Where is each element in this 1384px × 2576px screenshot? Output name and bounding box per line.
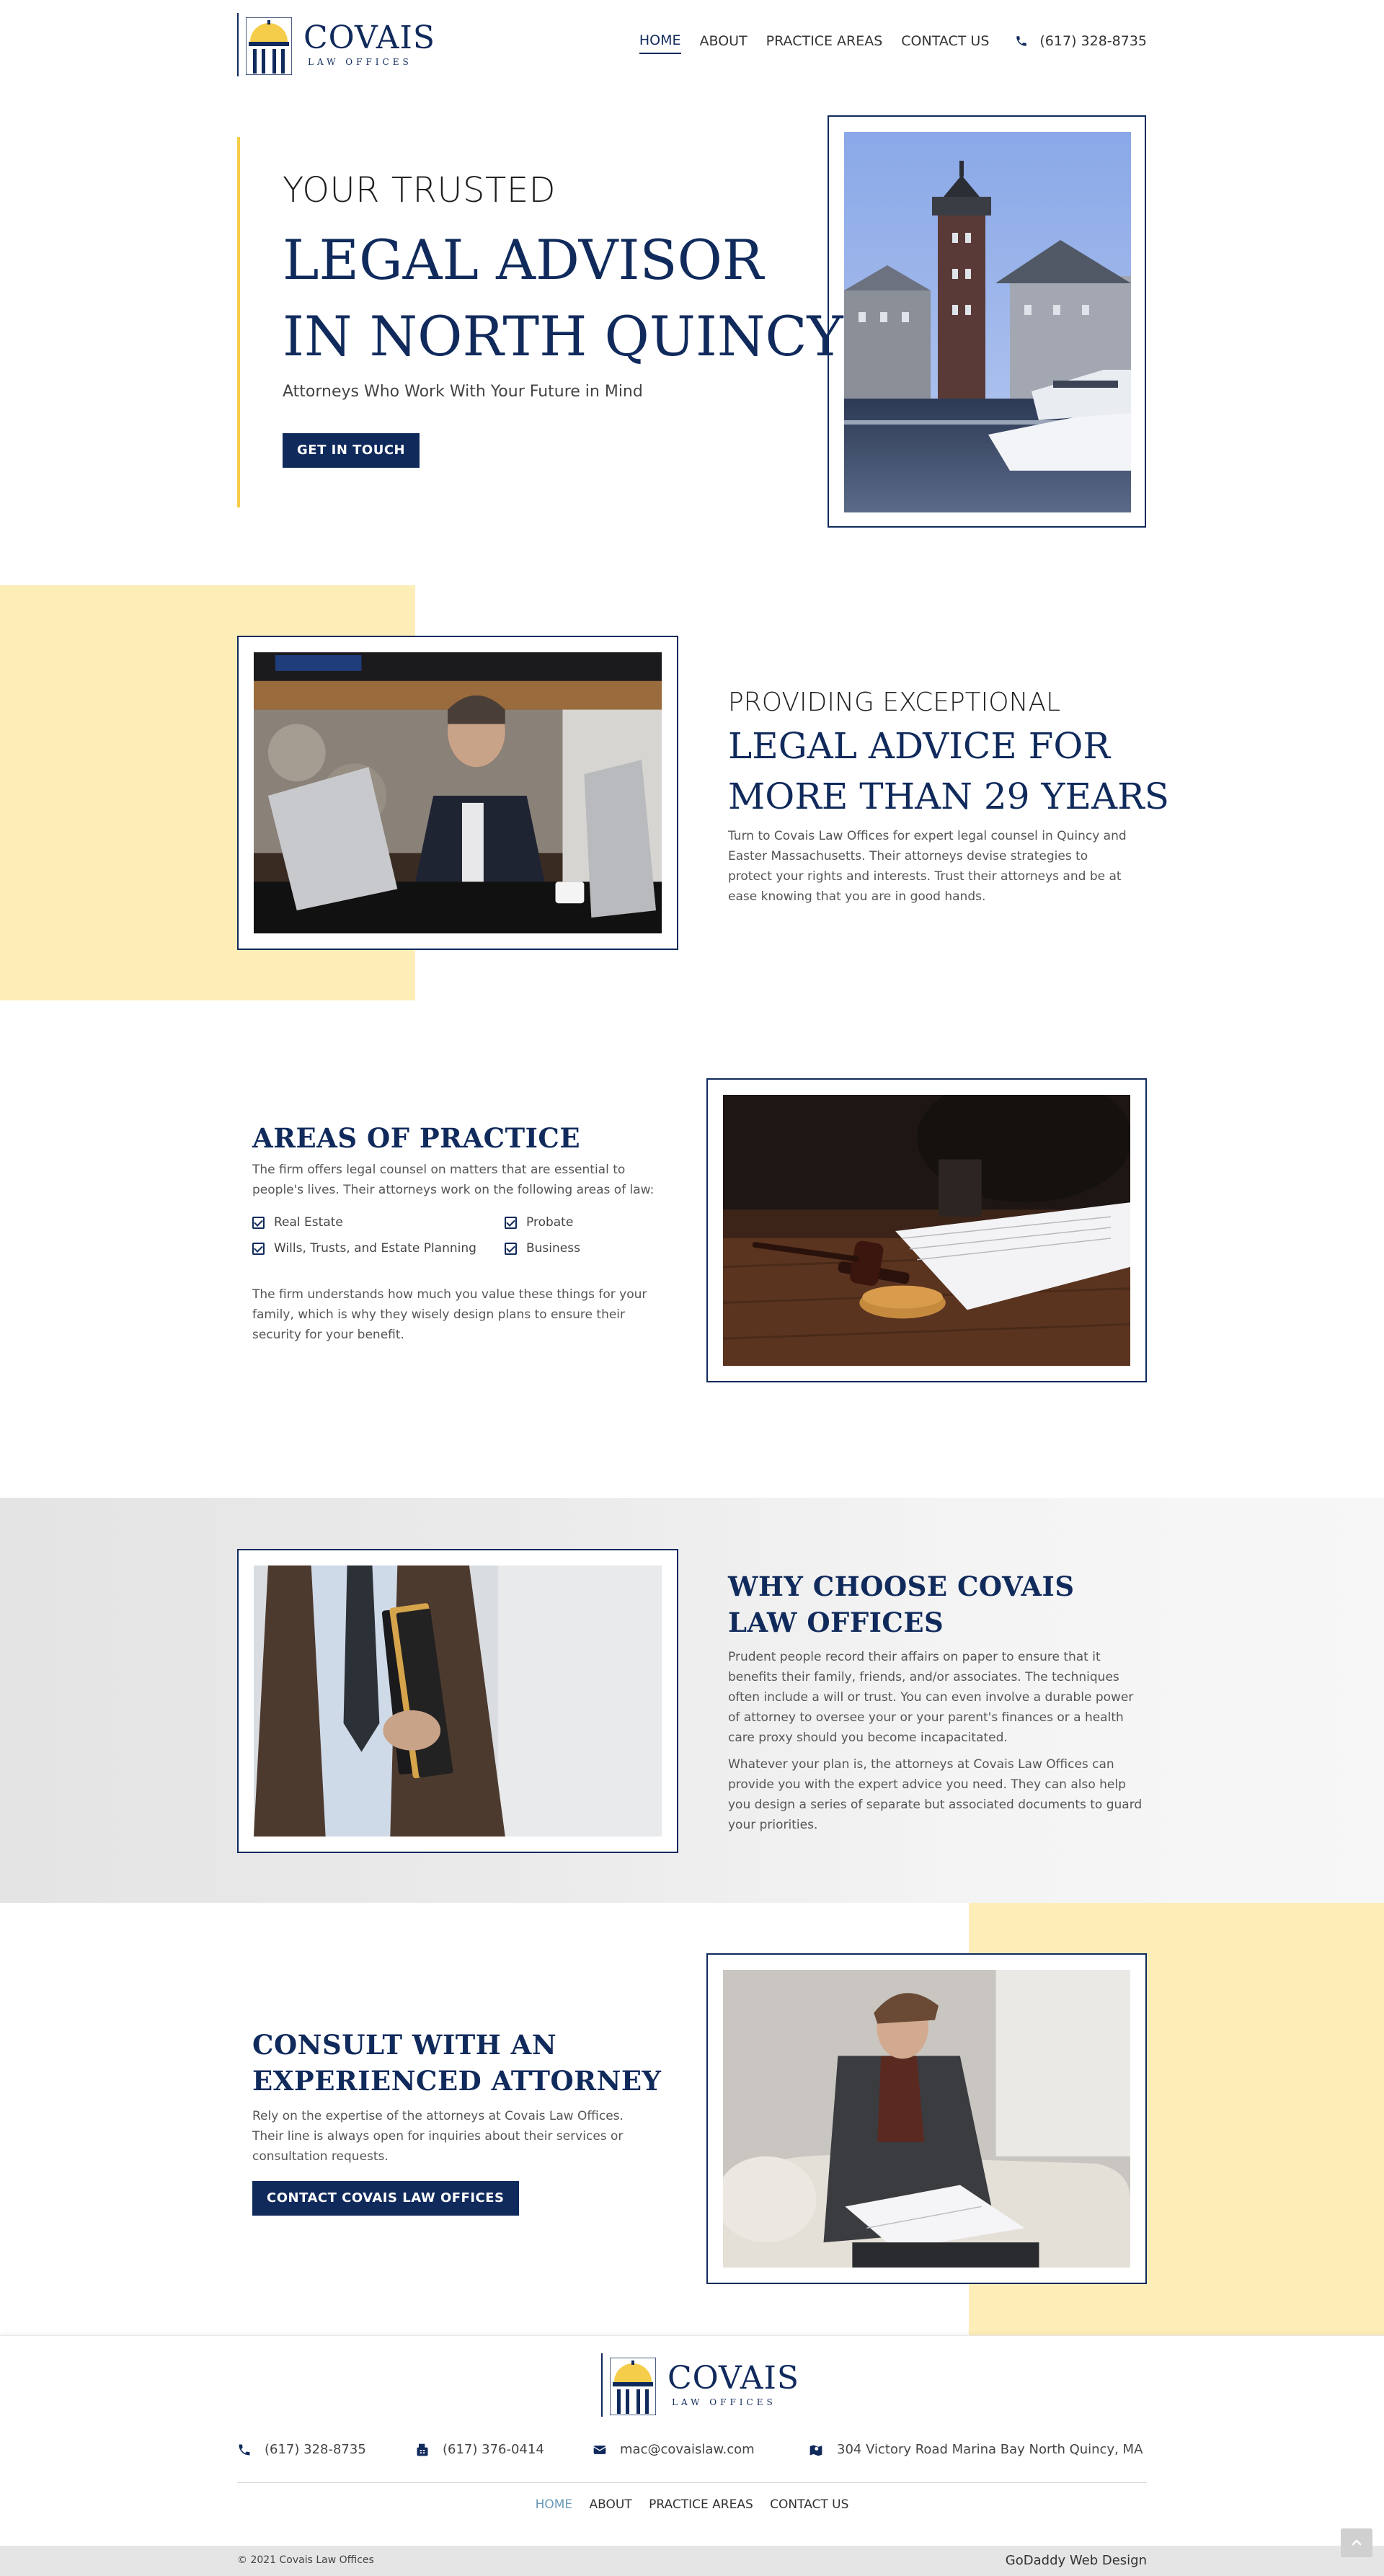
site-logo[interactable]: COVAIS LAW OFFICES	[237, 13, 435, 76]
fax-icon	[417, 2443, 428, 2456]
about-section: PROVIDING EXCEPTIONAL LEGAL ADVICE FOR M…	[0, 585, 1384, 1078]
logo-name: COVAIS	[303, 19, 436, 56]
hero-kicker: YOUR TRUSTED	[283, 170, 556, 210]
checkbox-icon	[505, 1242, 517, 1255]
contact-covais-button[interactable]: CONTACT COVAIS LAW OFFICES	[252, 2181, 519, 2216]
hero-title-line2: IN NORTH QUINCY	[283, 304, 843, 368]
godaddy-credit-link[interactable]: GoDaddy Web Design	[1006, 2553, 1147, 2568]
footer-email[interactable]: mac@covaislaw.com	[593, 2442, 755, 2457]
practice-outro: The firm understands how much you value …	[252, 1287, 647, 1342]
practice-title: AREAS OF PRACTICE	[252, 1122, 581, 1154]
footer-nav-home[interactable]: HOME	[536, 2497, 573, 2512]
why-para1: Prudent people record their affairs on p…	[728, 1650, 1134, 1745]
why-image-frame	[237, 1549, 678, 1853]
checkbox-icon	[252, 1216, 265, 1229]
about-title-line1: LEGAL ADVICE FOR	[728, 725, 1111, 767]
checkbox-icon	[252, 1242, 265, 1255]
lighthouse-marina-photo	[844, 132, 1131, 512]
nav-about[interactable]: ABOUT	[700, 33, 748, 53]
footer-fax: (617) 376-0414	[415, 2442, 544, 2457]
man-reading-documents-photo	[723, 1970, 1130, 2268]
practice-section: AREAS OF PRACTICE The firm offers legal …	[0, 1078, 1384, 1498]
logo-tagline: LAW OFFICES	[308, 57, 412, 67]
checkbox-icon	[505, 1216, 517, 1229]
footer-divider	[237, 2482, 1147, 2483]
about-body: Turn to Covais Law Offices for expert le…	[728, 829, 1127, 904]
consult-title-line1: CONSULT WITH AN	[252, 2029, 557, 2061]
scroll-to-top-button[interactable]	[1341, 2528, 1372, 2557]
main-nav: HOME ABOUT PRACTICE AREAS CONTACT US (61…	[621, 32, 1147, 54]
consult-section: CONSULT WITH AN EXPERIENCED ATTORNEY Rel…	[0, 1903, 1384, 2335]
attorney-at-laptop-photo	[254, 652, 662, 933]
hero-title-line1: LEGAL ADVISOR	[283, 228, 764, 292]
practice-area-item: Business	[505, 1239, 656, 1258]
about-kicker: PROVIDING EXCEPTIONAL	[728, 688, 1061, 717]
gavel-signing-photo	[723, 1095, 1130, 1366]
consult-title-line2: EXPERIENCED ATTORNEY	[252, 2065, 662, 2097]
why-section: WHY CHOOSE COVAIS LAW OFFICES Prudent pe…	[0, 1498, 1384, 1903]
phone-icon	[239, 2444, 250, 2455]
header-phone-number: (617) 328-8735	[1039, 33, 1147, 49]
get-in-touch-button[interactable]: GET IN TOUCH	[283, 433, 420, 468]
consult-title: CONSULT WITH AN EXPERIENCED ATTORNEY	[252, 2027, 661, 2099]
nav-home[interactable]: HOME	[639, 32, 681, 54]
chevron-up-icon	[1352, 2539, 1362, 2546]
about-image-frame	[237, 636, 678, 950]
why-title: WHY CHOOSE COVAIS LAW OFFICES	[728, 1568, 1075, 1640]
logo-icon	[601, 2353, 659, 2417]
map-icon	[809, 2444, 822, 2456]
copyright-text: © 2021 Covais Law Offices	[237, 2554, 374, 2566]
practice-area-item: Real Estate	[252, 1213, 505, 1232]
hero-image-frame	[828, 115, 1146, 528]
nav-practice-areas[interactable]: PRACTICE AREAS	[766, 33, 883, 53]
hero-section: YOUR TRUSTED LEGAL ADVISOR IN NORTH QUIN…	[0, 92, 1384, 585]
about-title-line2: MORE THAN 29 YEARS	[728, 776, 1169, 817]
logo-name: COVAIS	[667, 2360, 800, 2397]
header-phone[interactable]: (617) 328-8735	[1015, 33, 1147, 53]
hero-title: LEGAL ADVISOR IN NORTH QUINCY	[283, 222, 843, 375]
footer-address[interactable]: 304 Victory Road Marina Bay North Quincy…	[808, 2442, 1143, 2457]
logo-icon	[237, 13, 295, 76]
envelope-icon	[593, 2445, 606, 2454]
about-title: LEGAL ADVICE FOR MORE THAN 29 YEARS	[728, 721, 1169, 822]
man-holding-books-photo	[254, 1565, 662, 1836]
why-para2: Whatever your plan is, the attorneys at …	[728, 1757, 1143, 1832]
why-title-line2: LAW OFFICES	[728, 1607, 944, 1638]
practice-area-item: Wills, Trusts, and Estate Planning	[252, 1239, 505, 1258]
nav-contact-us[interactable]: CONTACT US	[901, 33, 989, 53]
footer-phone[interactable]: (617) 328-8735	[237, 2442, 366, 2457]
footer-nav-about[interactable]: ABOUT	[590, 2497, 632, 2512]
copyright-bar: © 2021 Covais Law Offices GoDaddy Web De…	[0, 2528, 1384, 2576]
footer-nav: HOME ABOUT PRACTICE AREAS CONTACT US	[0, 2497, 1384, 2512]
phone-icon	[1016, 36, 1027, 46]
practice-area-item: Probate	[505, 1213, 656, 1232]
site-footer: COVAIS LAW OFFICES (617) 328-8735 (617) …	[0, 2335, 1384, 2546]
footer-nav-practice-areas[interactable]: PRACTICE AREAS	[649, 2497, 753, 2512]
practice-areas-list: Real Estate Probate Wills, Trusts, and E…	[252, 1213, 656, 1258]
practice-intro: The firm offers legal counsel on matters…	[252, 1163, 655, 1197]
why-title-line1: WHY CHOOSE COVAIS	[728, 1571, 1075, 1602]
site-header: COVAIS LAW OFFICES HOME ABOUT PRACTICE A…	[0, 0, 1384, 92]
consult-body: Rely on the expertise of the attorneys a…	[252, 2109, 624, 2164]
hero-subtitle: Attorneys Who Work With Your Future in M…	[283, 383, 643, 401]
footer-logo[interactable]: COVAIS LAW OFFICES	[601, 2353, 799, 2417]
practice-image-frame	[706, 1078, 1147, 1382]
logo-tagline: LAW OFFICES	[672, 2397, 776, 2407]
footer-nav-contact-us[interactable]: CONTACT US	[770, 2497, 848, 2512]
consult-image-frame	[706, 1953, 1147, 2284]
hero-accent-bar	[237, 137, 240, 507]
